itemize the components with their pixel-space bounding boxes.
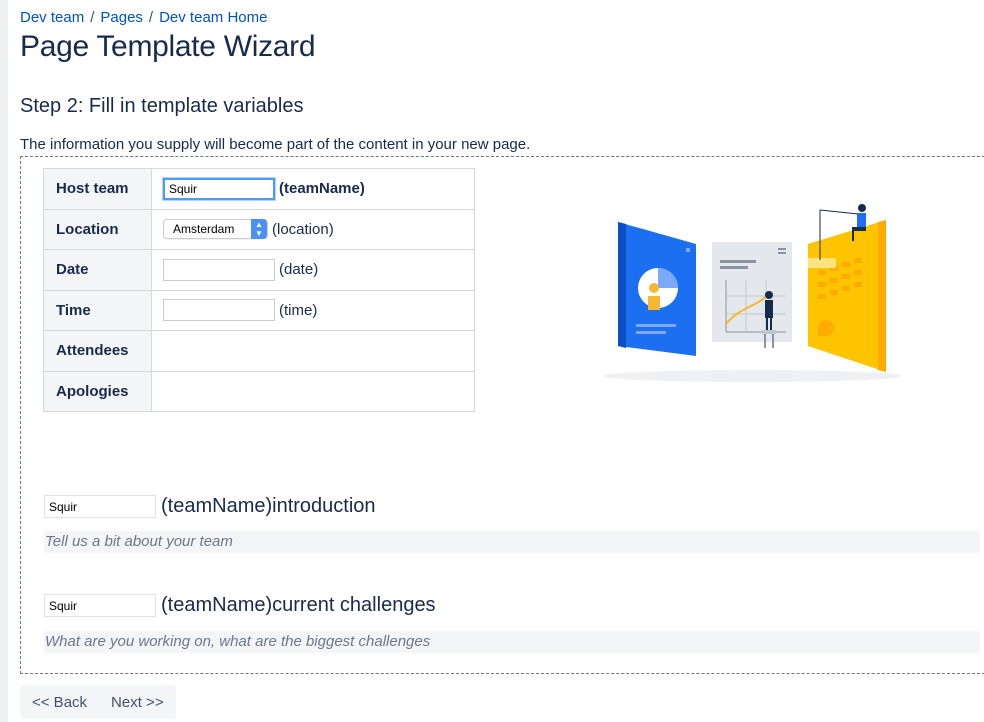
time-input[interactable] (163, 299, 275, 322)
host-team-input[interactable] (163, 177, 275, 200)
template-variables-table: Host team (teamName) Location Amsterdam ▲… (43, 168, 475, 412)
date-input[interactable] (163, 258, 275, 281)
intro-section-label: (teamName)introduction (161, 495, 376, 517)
time-label: Time (43, 289, 152, 331)
back-button[interactable]: << Back (20, 685, 99, 719)
apologies-cell (151, 370, 475, 412)
location-select[interactable]: Amsterdam ▲ ▼ (163, 219, 268, 240)
location-var: (location) (272, 220, 334, 238)
date-var: (date) (279, 261, 319, 279)
challenges-hint: What are you working on, what are the bi… (44, 631, 980, 653)
attendees-label: Attendees (43, 330, 152, 372)
table-row: Location Amsterdam ▲ ▼ (location) (43, 208, 475, 250)
host-team-cell: (teamName) (151, 168, 475, 210)
table-row: Host team (teamName) (43, 168, 475, 210)
location-label: Location (43, 208, 152, 250)
host-team-var: (teamName) (279, 180, 365, 198)
next-button[interactable]: Next >> (99, 685, 176, 719)
table-row: Apologies (43, 370, 475, 412)
breadcrumb-separator: / (90, 9, 95, 26)
location-selected-value: Amsterdam (173, 222, 235, 237)
breadcrumb-separator: / (148, 9, 154, 26)
step-title: Step 2: Fill in template variables (20, 95, 304, 117)
location-cell: Amsterdam ▲ ▼ (location) (151, 208, 475, 250)
breadcrumb: Dev team / Pages / Dev team Home (20, 9, 267, 26)
challenges-team-input[interactable] (44, 594, 156, 617)
attendees-cell (151, 330, 475, 372)
wizard-navigation: << Back Next >> (20, 685, 176, 719)
host-team-label: Host team (43, 168, 152, 210)
info-text: The information you supply will become p… (20, 136, 531, 153)
breadcrumb-dev-team[interactable]: Dev team (20, 9, 84, 26)
breadcrumb-dev-team-home[interactable]: Dev team Home (159, 9, 267, 26)
breadcrumb-pages[interactable]: Pages (100, 9, 143, 26)
team-illustration (602, 204, 902, 382)
table-row: Time (time) (43, 289, 475, 331)
challenges-section-label: (teamName)current challenges (161, 594, 436, 616)
select-stepper-icon: ▲ ▼ (251, 219, 267, 240)
page-title: Page Template Wizard (20, 30, 316, 63)
left-sidebar-edge (0, 0, 8, 722)
apologies-label: Apologies (43, 370, 152, 412)
intro-section-heading: (teamName)introduction (44, 495, 376, 518)
table-row: Date (date) (43, 249, 475, 291)
time-var: (time) (279, 301, 318, 319)
challenges-section-heading: (teamName)current challenges (44, 594, 436, 617)
table-row: Attendees (43, 330, 475, 372)
intro-hint: Tell us a bit about your team (44, 531, 980, 553)
intro-team-input[interactable] (44, 495, 156, 518)
date-label: Date (43, 249, 152, 291)
date-cell: (date) (151, 249, 475, 291)
time-cell: (time) (151, 289, 475, 331)
